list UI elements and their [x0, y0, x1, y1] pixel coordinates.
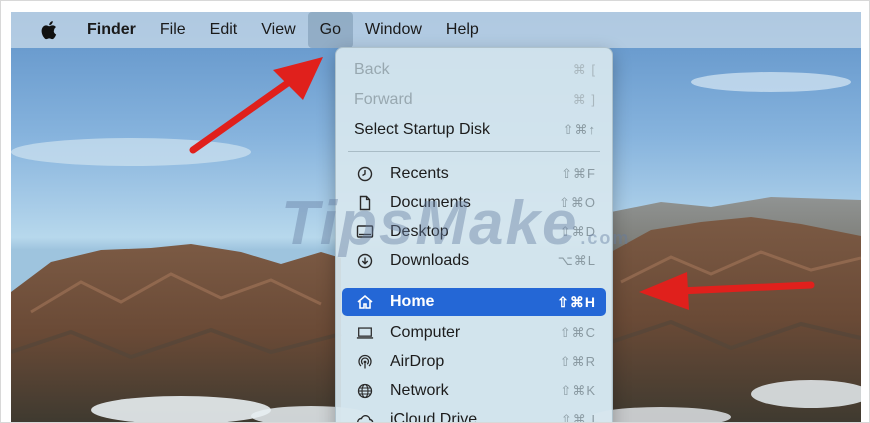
shortcut-label: ⌘ ]: [572, 92, 596, 107]
menu-item-label: AirDrop: [390, 353, 445, 370]
desktop-icon: [356, 223, 374, 241]
shortcut-label: ⇧⌘R: [559, 354, 596, 369]
menu-item-computer[interactable]: Computer ⇧⌘C: [342, 319, 606, 347]
shortcut-label: ⌘ [: [572, 62, 596, 77]
menu-item-label: Desktop: [390, 223, 449, 240]
menu-item-label: Computer: [390, 324, 461, 341]
menu-item-recents[interactable]: Recents ⇧⌘F: [342, 160, 606, 188]
menu-item-desktop[interactable]: Desktop ⇧⌘D: [342, 218, 606, 246]
menu-item-documents[interactable]: Documents ⇧⌘O: [342, 189, 606, 217]
shortcut-label: ⇧⌘H: [557, 293, 596, 310]
shortcut-label: ⇧⌘O: [558, 195, 596, 210]
shortcut-label: ⇧⌘C: [559, 325, 596, 340]
shortcut-label: ⇧⌘D: [559, 224, 596, 239]
shortcut-label: ⌥⌘L: [557, 253, 596, 268]
menu-item-label: Downloads: [390, 252, 470, 269]
menu-bar: Finder File Edit View Go Window Help: [11, 12, 861, 48]
menu-item-label: Documents: [390, 194, 471, 211]
menu-item-network[interactable]: Network ⇧⌘K: [342, 377, 606, 405]
menu-edit[interactable]: Edit: [198, 12, 250, 48]
shortcut-label: ⇧⌘ I: [560, 412, 596, 422]
shortcut-label: ⇧⌘K: [560, 383, 596, 398]
laptop-icon: [356, 324, 374, 342]
globe-icon: [356, 382, 374, 400]
menu-help[interactable]: Help: [434, 12, 491, 48]
go-menu-dropdown: Back ⌘ [ Forward ⌘ ] Select Startup Disk…: [335, 47, 613, 422]
menu-item-label: Select Startup Disk: [354, 121, 491, 138]
menu-item-label: Home: [390, 293, 435, 310]
document-icon: [356, 194, 374, 212]
airdrop-icon: [356, 353, 374, 371]
menu-item-label: Forward: [354, 91, 413, 108]
menu-item-label: Network: [390, 382, 449, 399]
menu-go[interactable]: Go: [307, 12, 353, 48]
menu-separator: [348, 151, 600, 152]
menu-item-forward: Forward ⌘ ]: [342, 86, 606, 114]
cloud-icon: [356, 411, 374, 422]
menu-file[interactable]: File: [148, 12, 198, 48]
screenshot-frame: Finder File Edit View Go Window Help Bac…: [0, 0, 870, 423]
house-icon: [356, 293, 374, 311]
menu-item-downloads[interactable]: Downloads ⌥⌘L: [342, 247, 606, 275]
menu-item-label: Recents: [390, 165, 449, 182]
shortcut-label: ⇧⌘F: [561, 166, 596, 181]
download-icon: [356, 252, 374, 270]
menu-item-label: Back: [354, 61, 390, 78]
desktop: Finder File Edit View Go Window Help Bac…: [11, 12, 861, 422]
menu-item-label: iCloud Drive: [390, 411, 478, 422]
menu-finder[interactable]: Finder: [83, 12, 148, 48]
menu-view[interactable]: View: [249, 12, 307, 48]
apple-logo-icon[interactable]: [39, 19, 61, 41]
menu-item-select-startup-disk[interactable]: Select Startup Disk ⇧⌘↑: [342, 116, 606, 144]
menu-item-icloud-drive[interactable]: iCloud Drive ⇧⌘ I: [342, 406, 606, 422]
menu-item-home[interactable]: Home ⇧⌘H: [342, 288, 606, 316]
clock-icon: [356, 165, 374, 183]
menu-item-airdrop[interactable]: AirDrop ⇧⌘R: [342, 348, 606, 376]
shortcut-label: ⇧⌘↑: [562, 122, 596, 137]
menu-window[interactable]: Window: [353, 12, 434, 48]
menu-item-back: Back ⌘ [: [342, 56, 606, 84]
